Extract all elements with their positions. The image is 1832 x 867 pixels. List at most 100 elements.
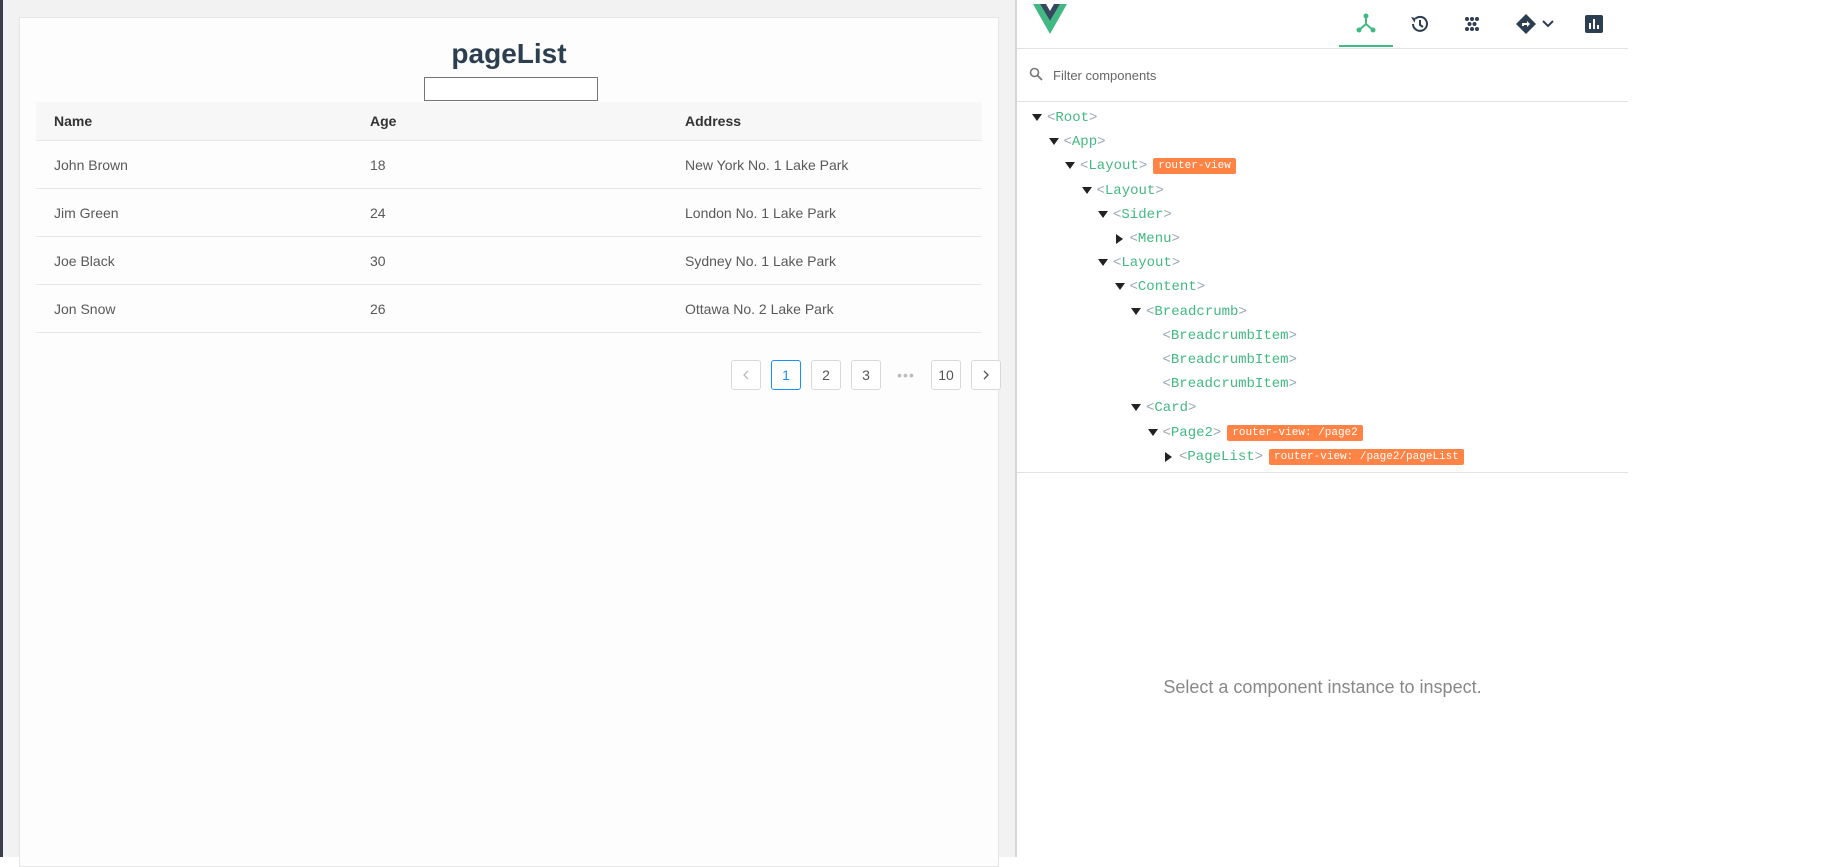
tag-bracket: > xyxy=(1254,448,1264,465)
tag-bracket: < xyxy=(1162,327,1171,344)
page-input[interactable] xyxy=(424,77,598,101)
data-table: Name Age Address John Brown 18 New York … xyxy=(36,102,982,333)
tree-node[interactable]: < PageList > router-view: /page2/pageList xyxy=(1163,447,1464,467)
table-row: Jon Snow 26 Ottawa No. 2 Lake Park xyxy=(36,285,982,333)
tree-node[interactable]: < BreadcrumbItem > xyxy=(1147,374,1297,394)
router-tab[interactable] xyxy=(1505,0,1565,47)
router-view-badge: router-view: /page2/pageList xyxy=(1269,448,1464,465)
tree-node[interactable]: < Breadcrumb > xyxy=(1130,302,1247,322)
cell-age: 18 xyxy=(370,156,386,173)
chevron-down-icon xyxy=(1542,19,1554,27)
next-page-button[interactable] xyxy=(971,360,1001,390)
timeline-icon xyxy=(1411,15,1428,32)
tag-bracket: > xyxy=(1288,327,1297,344)
tree-node[interactable]: < Sider > xyxy=(1097,205,1172,225)
tag-bracket: > xyxy=(1238,303,1247,320)
filter-bar xyxy=(1017,49,1628,102)
caret-down-icon[interactable] xyxy=(1064,162,1076,170)
component-name: BreadcrumbItem xyxy=(1170,376,1289,393)
tag-bracket: > xyxy=(1212,424,1222,441)
cell-address: Sydney No. 1 Lake Park xyxy=(685,252,836,269)
tag-bracket: < xyxy=(1162,376,1171,393)
chevron-left-icon xyxy=(743,370,749,380)
cell-name: Jon Snow xyxy=(54,300,116,317)
tag-bracket: < xyxy=(1146,400,1155,417)
column-header-address: Address xyxy=(685,113,742,129)
component-name: Sider xyxy=(1121,206,1164,223)
component-name: Breadcrumb xyxy=(1154,303,1239,320)
components-icon xyxy=(1356,13,1376,32)
vuex-icon xyxy=(1465,16,1479,31)
caret-right-icon[interactable] xyxy=(1163,451,1175,462)
tree-node[interactable]: < Page2 > router-view: /page2 xyxy=(1147,423,1363,443)
tree-node[interactable]: < Card > xyxy=(1130,398,1196,418)
tree-node[interactable]: < App > xyxy=(1048,132,1106,152)
tag-bracket: < xyxy=(1113,206,1122,223)
caret-down-icon[interactable] xyxy=(1114,283,1126,291)
tree-node[interactable]: < Content > xyxy=(1114,277,1205,297)
tree-node[interactable]: < BreadcrumbItem > xyxy=(1147,326,1297,346)
tag-bracket: < xyxy=(1146,303,1155,320)
tag-bracket: < xyxy=(1113,255,1122,272)
component-name: App xyxy=(1071,134,1098,151)
tag-bracket: > xyxy=(1288,352,1297,368)
router-view-badge: router-view xyxy=(1153,158,1236,175)
cell-address: Ottawa No. 2 Lake Park xyxy=(685,300,834,317)
tag-bracket: > xyxy=(1097,134,1106,151)
component-tree: < Root > < App > < Layout > router-view < Layout > < S… xyxy=(1017,108,1628,473)
caret-down-icon[interactable] xyxy=(1048,138,1060,146)
performance-tab[interactable] xyxy=(1567,0,1621,47)
tag-bracket: < xyxy=(1129,279,1138,296)
page-button-1[interactable]: 1 xyxy=(771,360,801,390)
tag-bracket: < xyxy=(1080,158,1089,175)
tree-node[interactable]: < Layout > router-view xyxy=(1064,156,1236,176)
tag-bracket: < xyxy=(1162,352,1171,368)
vue-devtools-panel: <Root><App><Layout>router-view<Layout><S… xyxy=(1015,0,1628,857)
caret-down-icon[interactable] xyxy=(1130,404,1142,412)
tree-node[interactable]: < BreadcrumbItem > xyxy=(1147,350,1297,370)
component-name: BreadcrumbItem xyxy=(1170,327,1289,344)
column-header-name: Name xyxy=(54,113,93,129)
component-name: Root xyxy=(1055,110,1090,126)
page-button-2[interactable]: 2 xyxy=(811,360,841,390)
component-name: Layout xyxy=(1104,182,1156,199)
caret-down-icon[interactable] xyxy=(1130,307,1142,316)
component-name: Layout xyxy=(1088,158,1139,175)
tree-node[interactable]: < Layout > xyxy=(1097,253,1180,273)
page-button-3[interactable]: 3 xyxy=(851,360,881,390)
component-name: Card xyxy=(1154,400,1189,417)
component-name: Layout xyxy=(1121,255,1172,272)
component-name: PageList xyxy=(1187,448,1255,465)
caret-down-icon[interactable] xyxy=(1147,428,1159,437)
cell-age: 30 xyxy=(370,252,386,269)
caret-down-icon[interactable] xyxy=(1097,210,1109,219)
page-button-10[interactable]: 10 xyxy=(931,360,961,390)
inspect-placeholder-message: Select a component instance to inspect. xyxy=(1163,677,1482,697)
tree-node[interactable]: < Layout > xyxy=(1081,181,1164,201)
tag-bracket: < xyxy=(1162,424,1171,441)
cell-name: Jim Green xyxy=(54,204,119,221)
vue-logo-icon xyxy=(1033,4,1067,34)
tree-node[interactable]: < Root > xyxy=(1031,108,1097,128)
tag-bracket: > xyxy=(1089,110,1098,126)
tag-bracket: > xyxy=(1155,182,1164,199)
table-header: Name Age Address xyxy=(36,102,982,141)
tag-bracket: < xyxy=(1047,110,1056,126)
search-icon xyxy=(1029,67,1043,81)
caret-right-icon[interactable] xyxy=(1114,234,1126,244)
filter-components-input[interactable] xyxy=(1053,63,1453,87)
cell-address: New York No. 1 Lake Park xyxy=(685,156,849,173)
chevron-right-icon xyxy=(983,370,989,380)
vuex-tab[interactable] xyxy=(1445,0,1499,47)
page-card: pageList Name Age Address John Brown 18 … xyxy=(19,17,1001,867)
caret-down-icon[interactable] xyxy=(1097,259,1109,267)
timeline-tab[interactable] xyxy=(1392,0,1446,47)
tree-node[interactable]: < Menu > xyxy=(1114,229,1180,249)
caret-down-icon[interactable] xyxy=(1081,186,1093,195)
page-ellipsis[interactable]: ••• xyxy=(891,360,921,390)
table-row: Joe Black 30 Sydney No. 1 Lake Park xyxy=(36,237,982,285)
prev-page-button[interactable] xyxy=(731,360,761,390)
tag-bracket: > xyxy=(1188,400,1197,417)
components-tab[interactable] xyxy=(1339,0,1393,47)
caret-down-icon[interactable] xyxy=(1031,114,1043,122)
